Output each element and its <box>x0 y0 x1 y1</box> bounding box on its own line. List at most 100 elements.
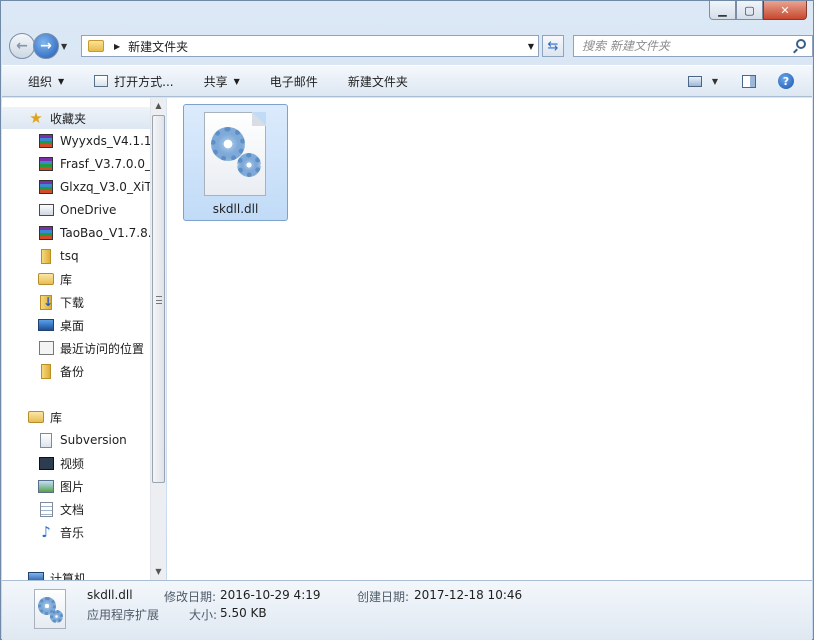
nav-item-label: Subversion <box>60 433 127 447</box>
nav-item-label: 下载 <box>60 295 85 310</box>
address-bar[interactable]: ▶ 新建文件夹 ▼ <box>81 35 539 57</box>
folder-icon <box>38 248 54 264</box>
minimize-icon: ▁ <box>718 3 727 17</box>
email-button[interactable]: 电子邮件 <box>270 73 318 90</box>
refresh-button[interactable]: ⇆ <box>542 35 564 57</box>
navigation-bar: ← → ▼ ▶ 新建文件夹 ▼ ⇆ <box>9 29 813 63</box>
chevron-down-icon: ▼ <box>233 76 240 86</box>
breadcrumb-separator-icon[interactable]: ▶ <box>114 42 120 51</box>
share-label: 共享 <box>203 74 228 89</box>
dll-settings-file-icon <box>204 112 266 196</box>
winrar-icon <box>38 225 54 241</box>
maximize-icon: ▢ <box>744 3 755 17</box>
nav-item[interactable]: OneDrive <box>2 199 150 221</box>
nav-scrollbar[interactable]: ▲ ▼ <box>150 98 166 580</box>
library-icon <box>38 271 54 287</box>
nav-item[interactable]: 最近访问的位置 <box>2 337 150 359</box>
chevron-down-icon: ▼ <box>58 76 65 86</box>
subversion-icon <box>38 432 54 448</box>
nav-item[interactable]: 库 <box>2 268 150 290</box>
nav-item[interactable]: Glxzq_V3.0_XiTongZhiJia <box>2 176 150 198</box>
breadcrumb-current[interactable]: 新建文件夹 <box>128 38 188 55</box>
nav-item[interactable]: Subversion <box>2 429 150 451</box>
details-file-type: 应用程序扩展 <box>87 608 160 622</box>
open-with-button[interactable]: 打开方式... <box>94 73 174 90</box>
search-input[interactable] <box>582 39 782 53</box>
back-button[interactable]: ← <box>9 33 35 59</box>
nav-label: 收藏夹 <box>50 111 87 126</box>
view-options-dropdown-icon[interactable]: ▼ <box>712 77 718 86</box>
scroll-thumb[interactable] <box>152 115 165 483</box>
forward-arrow-icon: → <box>40 38 52 54</box>
nav-item[interactable]: tsq <box>2 245 150 267</box>
nav-item-label: 最近访问的位置 <box>60 341 145 356</box>
nav-libraries[interactable]: 库 <box>2 406 150 428</box>
downloads-icon <box>38 294 54 310</box>
navigation-pane: ★ 收藏夹 Wyyxds_V4.1.1.3 Frasf_V3.7.0.0_XiTo… <box>2 98 166 580</box>
forward-button[interactable]: → <box>33 33 59 59</box>
winrar-icon <box>38 179 54 195</box>
window-controls: ▁ ▢ ✕ <box>709 1 807 20</box>
minimize-button[interactable]: ▁ <box>709 1 736 20</box>
details-created-label: 创建日期: <box>357 590 410 604</box>
preview-pane-icon[interactable] <box>742 74 756 88</box>
address-dropdown-icon[interactable]: ▼ <box>528 42 534 51</box>
details-pane: skdll.dll 应用程序扩展 修改日期: 2016-10-29 4:19 大… <box>2 580 812 640</box>
maximize-button[interactable]: ▢ <box>736 1 763 20</box>
dll-settings-file-icon <box>34 589 66 629</box>
details-file-name: skdll.dll <box>87 588 133 602</box>
close-button[interactable]: ✕ <box>763 1 807 20</box>
nav-item[interactable]: 备份 <box>2 360 150 382</box>
new-folder-button[interactable]: 新建文件夹 <box>348 73 408 90</box>
open-with-label: 打开方式... <box>114 74 174 89</box>
desktop-icon <box>38 317 54 333</box>
favorites-star-icon: ★ <box>29 109 43 127</box>
nav-item[interactable]: Frasf_V3.7.0.0_XiTongZhiJia <box>2 153 150 175</box>
computer-icon <box>28 570 44 580</box>
organize-button[interactable]: 组织 ▼ <box>28 73 64 90</box>
nav-item[interactable]: 图片 <box>2 475 150 497</box>
details-modified-value: 2016-10-29 4:19 <box>220 588 321 602</box>
search-box[interactable] <box>573 35 813 57</box>
refresh-icon: ⇆ <box>547 38 559 54</box>
scroll-down-icon[interactable]: ▼ <box>151 564 166 580</box>
onedrive-icon <box>38 202 54 218</box>
back-arrow-icon: ← <box>16 38 28 54</box>
search-icon[interactable] <box>796 39 806 49</box>
nav-item-label: 音乐 <box>60 525 85 540</box>
scroll-up-icon[interactable]: ▲ <box>151 98 166 114</box>
organize-label: 组织 <box>28 74 53 89</box>
music-icon: ♪ <box>41 523 51 541</box>
details-modified-label: 修改日期: <box>164 590 217 604</box>
nav-item[interactable]: 文档 <box>2 498 150 520</box>
nav-item-label: 桌面 <box>60 318 85 333</box>
file-list-area[interactable]: skdll.dll <box>167 98 812 580</box>
nav-label: 计算机 <box>50 571 87 581</box>
file-name: skdll.dll <box>212 202 259 216</box>
change-view-icon[interactable] <box>687 75 702 87</box>
nav-item[interactable]: 视频 <box>2 452 150 474</box>
file-item[interactable]: skdll.dll <box>183 104 288 221</box>
nav-item[interactable]: 下载 <box>2 291 150 313</box>
nav-item[interactable]: ♪ 音乐 <box>2 521 150 543</box>
nav-item-label: 图片 <box>60 479 85 494</box>
email-label: 电子邮件 <box>269 74 318 89</box>
share-button[interactable]: 共享 ▼ <box>204 73 240 90</box>
documents-icon <box>38 501 54 517</box>
details-created-value: 2017-12-18 10:46 <box>414 588 523 602</box>
nav-item[interactable]: Wyyxds_V4.1.1.3 <box>2 130 150 152</box>
nav-item[interactable]: TaoBao_V1.7.8.0 <box>2 222 150 244</box>
nav-item[interactable]: 桌面 <box>2 314 150 336</box>
recent-pages-dropdown[interactable]: ▼ <box>61 42 67 51</box>
nav-item-label: OneDrive <box>60 203 117 217</box>
open-with-icon <box>94 75 109 87</box>
command-bar: 组织 ▼ 打开方式... 共享 ▼ 电子邮件 新建文件夹 ▼ ? <box>2 65 812 97</box>
recent-places-icon <box>38 340 54 356</box>
nav-computer[interactable]: 计算机 <box>2 567 150 580</box>
winrar-icon <box>38 156 54 172</box>
nav-item-label: 库 <box>60 272 73 287</box>
help-icon[interactable]: ? <box>778 73 794 89</box>
folder-icon <box>88 40 104 52</box>
nav-favorites[interactable]: ★ 收藏夹 <box>2 107 150 129</box>
winrar-icon <box>38 133 54 149</box>
